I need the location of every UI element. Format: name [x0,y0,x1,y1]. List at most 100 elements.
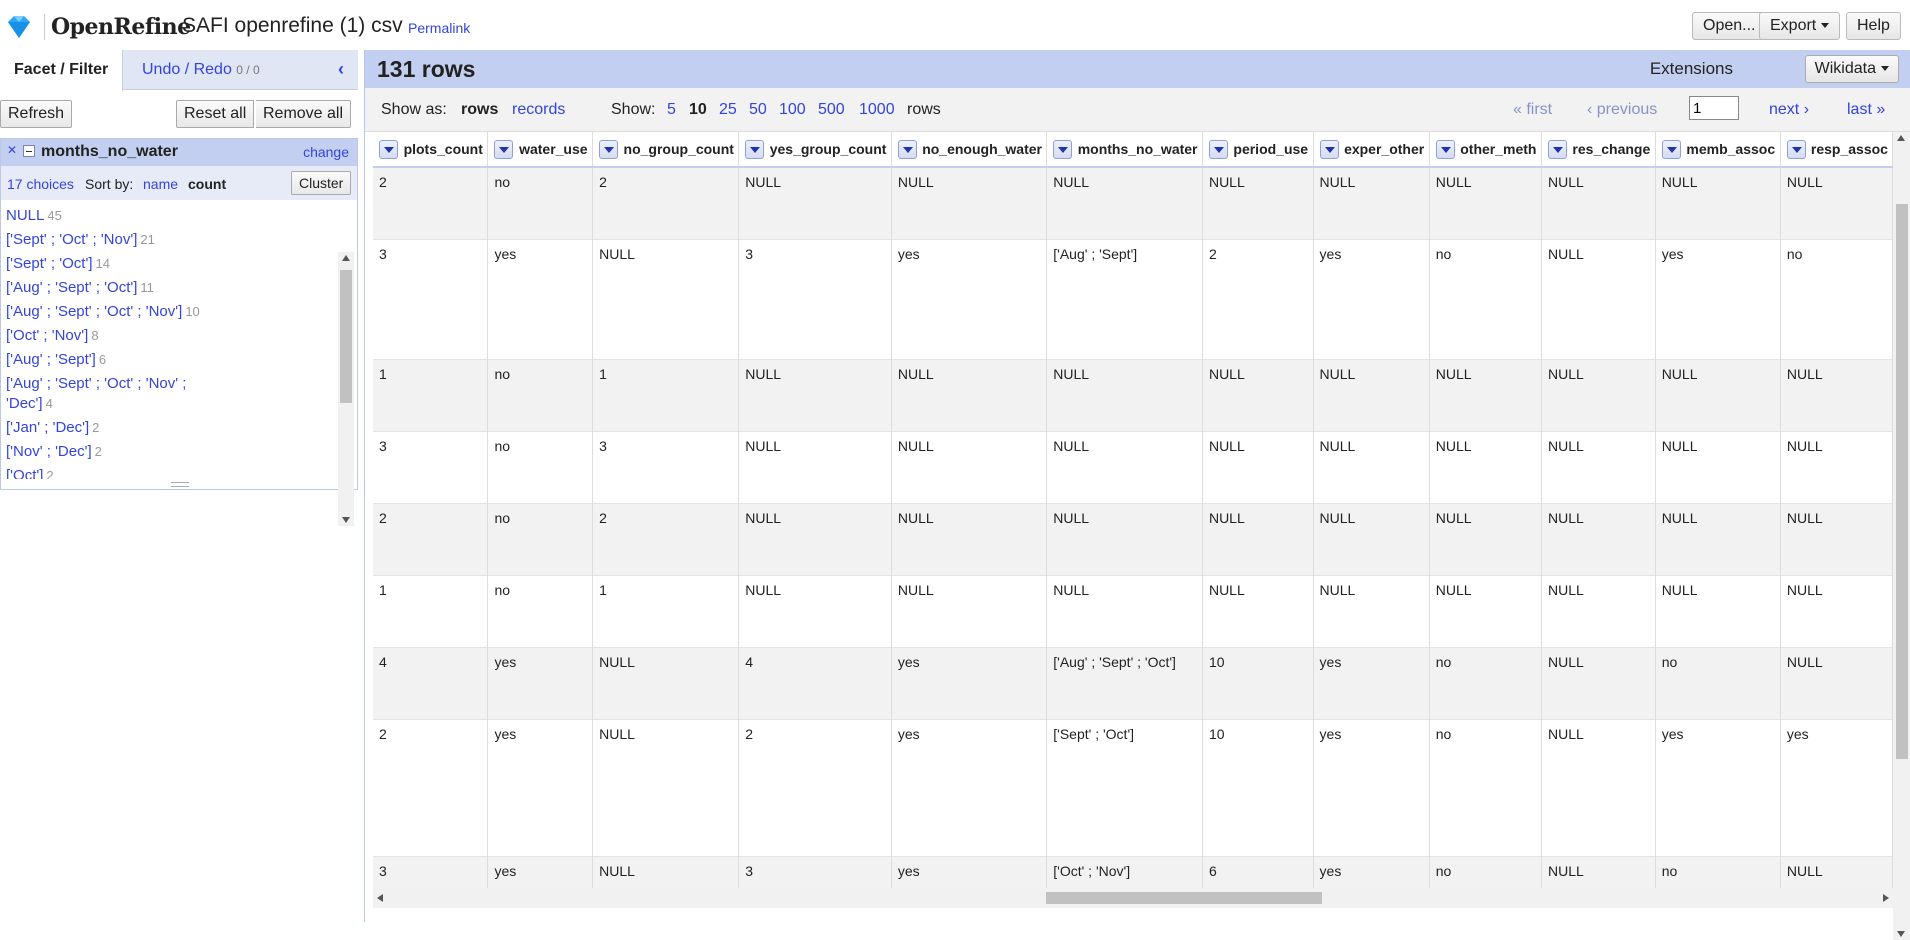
table-cell[interactable]: yes [1313,238,1430,359]
cluster-button[interactable]: Cluster [291,171,352,195]
table-cell[interactable]: 2 [592,166,740,239]
logo[interactable]: OpenRefine [4,12,191,42]
table-cell[interactable]: 1 [373,358,489,431]
choice-label[interactable]: ['Sept' ; 'Oct' ; 'Nov'] [6,231,137,248]
table-cell[interactable]: 4 [738,646,892,719]
first-page-link[interactable]: « first [1513,101,1552,119]
page-size-500[interactable]: 500 [818,101,845,119]
table-cell[interactable]: NULL [891,502,1048,575]
scroll-right-icon[interactable] [1883,894,1889,902]
table-cell[interactable]: NULL [1655,574,1781,647]
table-cell[interactable]: no [1655,646,1781,719]
table-cell[interactable]: 3 [592,430,740,503]
table-cell[interactable]: NULL [1429,502,1543,575]
choices-count-link[interactable]: 17 choices [7,176,74,192]
column-header[interactable]: water_use [487,132,594,168]
table-cell[interactable]: 1 [373,574,489,647]
table-cell[interactable]: no [1429,718,1543,856]
table-cell[interactable]: yes [487,238,594,359]
table-vertical-scroll-thumb[interactable] [1896,204,1908,759]
scroll-up-icon[interactable] [342,255,350,261]
table-cell[interactable]: NULL [1541,646,1656,719]
table-cell[interactable]: 4 [373,646,489,719]
last-page-link[interactable]: last » [1847,101,1885,119]
collapse-left-icon[interactable]: ‹ [338,60,354,78]
page-number-input[interactable] [1689,96,1739,120]
table-cell[interactable]: NULL [1655,166,1781,239]
reset-all-button[interactable]: Reset all [176,100,255,128]
facet-choice[interactable]: ['Aug' ; 'Sept' ; 'Oct' ; 'Nov'] 10 [1,300,231,324]
column-menu-dropdown-icon[interactable] [745,140,765,159]
table-cell[interactable]: yes [1313,718,1430,856]
table-cell[interactable]: NULL [1313,358,1430,431]
table-cell[interactable]: yes [487,718,594,856]
tab-undo-redo[interactable]: Undo / Redo 0 / 0 [128,50,274,90]
table-cell[interactable]: 3 [738,238,892,359]
facet-choice[interactable]: ['Sept' ; 'Oct'] 14 [1,252,231,276]
table-cell[interactable]: NULL [891,358,1048,431]
table-cell[interactable]: 2 [592,502,740,575]
table-cell[interactable]: NULL [1541,238,1656,359]
table-cell[interactable]: NULL [1429,166,1543,239]
scroll-down-icon[interactable] [1897,931,1905,937]
facet-list-scrollbar[interactable] [338,252,354,526]
table-cell[interactable]: 1 [592,358,740,431]
next-page-link[interactable]: next › [1769,101,1809,119]
show-as-rows[interactable]: rows [461,101,498,119]
table-cell[interactable]: no [1429,238,1543,359]
table-cell[interactable]: yes [1655,718,1781,856]
table-cell[interactable]: NULL [1046,358,1203,431]
facet-choice[interactable]: ['Oct' ; 'Nov'] 8 [1,324,231,348]
column-header[interactable]: no_group_count [592,132,740,168]
table-cell[interactable]: NULL [738,574,892,647]
table-cell[interactable]: yes [487,646,594,719]
column-header[interactable]: yes_group_count [738,132,892,168]
table-cell[interactable]: 10 [1202,646,1314,719]
table-cell[interactable]: NULL [1046,166,1203,239]
table-cell[interactable]: NULL [1655,358,1781,431]
facet-choice[interactable]: NULL 45 [1,204,231,228]
table-cell[interactable]: no [487,430,594,503]
table-cell[interactable]: 3 [738,855,892,888]
table-cell[interactable]: NULL [1202,358,1314,431]
facet-choice[interactable]: ['Nov' ; 'Dec'] 2 [1,440,231,464]
facet-choice[interactable]: ['Aug' ; 'Sept' ; 'Oct'] 11 [1,276,231,300]
table-cell[interactable]: yes [891,718,1048,856]
table-cell[interactable]: NULL [1429,430,1543,503]
table-cell[interactable]: yes [1313,855,1430,888]
choice-label[interactable]: ['Aug' ; 'Sept'] [6,351,96,368]
table-cell[interactable]: yes [1313,646,1430,719]
table-cell[interactable]: NULL [1046,574,1203,647]
project-title[interactable]: SAFI openrefine (1) csv [182,14,403,38]
scroll-left-icon[interactable] [377,894,383,902]
column-header[interactable]: res_change [1541,132,1656,168]
column-menu-dropdown-icon[interactable] [1786,140,1806,159]
table-cell[interactable]: NULL [592,646,740,719]
table-cell[interactable]: no [487,502,594,575]
table-cell[interactable]: 6 [1202,855,1314,888]
table-cell[interactable]: NULL [1780,166,1893,239]
page-size-50[interactable]: 50 [749,101,767,119]
refresh-button[interactable]: Refresh [0,100,73,128]
table-cell[interactable]: no [1429,855,1543,888]
sort-by-count-selected[interactable]: count [188,176,226,192]
table-cell[interactable]: 2 [373,502,489,575]
table-cell[interactable]: NULL [891,430,1048,503]
table-cell[interactable]: yes [891,646,1048,719]
choice-label[interactable]: ['Nov' ; 'Dec'] [6,443,92,460]
table-cell[interactable]: NULL [1541,718,1656,856]
table-vertical-scrollbar[interactable] [1893,132,1910,940]
table-cell[interactable]: NULL [1313,166,1430,239]
choice-label[interactable]: ['Aug' ; 'Sept' ; 'Oct' ; 'Nov' ; 'Dec'] [6,375,186,412]
table-cell[interactable]: NULL [891,574,1048,647]
column-menu-dropdown-icon[interactable] [1053,140,1073,159]
table-cell[interactable]: 1 [592,574,740,647]
close-icon[interactable]: ✕ [7,144,18,156]
table-cell[interactable]: NULL [1780,574,1893,647]
column-header[interactable]: period_use [1202,132,1314,168]
column-menu-dropdown-icon[interactable] [494,140,514,159]
scroll-down-icon[interactable] [342,517,350,523]
table-cell[interactable]: NULL [1046,502,1203,575]
table-cell[interactable]: NULL [738,166,892,239]
table-cell[interactable]: NULL [592,855,740,888]
